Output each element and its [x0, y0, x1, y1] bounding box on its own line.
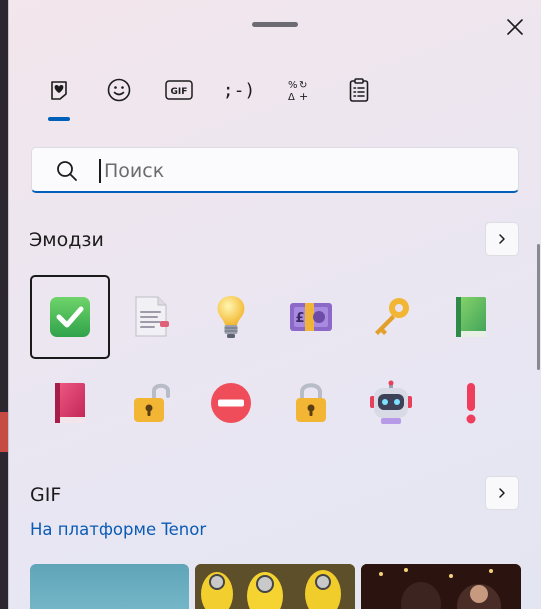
background-window-strip [0, 0, 8, 609]
text-caret [99, 159, 101, 183]
symbols-icon: % ↻ Δ + [288, 80, 308, 103]
tab-symbols[interactable]: % ↻ Δ + [279, 70, 319, 110]
svg-text:Δ: Δ [288, 92, 295, 103]
gif-more-button[interactable] [485, 476, 519, 510]
clipboard-icon [349, 78, 369, 102]
key-icon [375, 298, 409, 335]
svg-text:+: + [299, 90, 308, 103]
gif-thumbnail[interactable] [30, 564, 189, 609]
close-icon [507, 19, 523, 35]
tenor-attribution-link[interactable]: На платформе Tenor [30, 520, 206, 539]
gif-section-title: GIF [30, 484, 62, 506]
page-with-curl-icon [135, 296, 169, 337]
emoji-no-entry[interactable] [191, 361, 271, 445]
gif-thumbnail-image [361, 564, 521, 609]
tab-gif[interactable]: GIF [159, 70, 199, 110]
emoji-key[interactable] [351, 275, 431, 359]
tab-emoji[interactable] [99, 70, 139, 110]
emoji-closed-book[interactable] [30, 361, 110, 445]
gif-icon-label: GIF [171, 87, 188, 97]
emoji-unlocked[interactable] [111, 361, 191, 445]
scrollbar-thumb[interactable] [537, 244, 540, 370]
unlocked-icon [134, 383, 170, 422]
active-tab-indicator [48, 117, 70, 121]
pound-banknote-icon: £ [290, 303, 332, 331]
search-input[interactable] [102, 154, 506, 188]
emoji-panel: GIF ;-) % ↻ Δ + Поиск Эмодзи £ GIF На пл… [8, 0, 541, 609]
tab-kaomoji[interactable]: ;-) [219, 70, 259, 110]
gif-icon: GIF [165, 80, 193, 100]
close-button[interactable] [499, 12, 531, 42]
tab-favorites[interactable] [39, 70, 79, 110]
drag-handle[interactable] [252, 22, 298, 27]
background-red-block [0, 412, 8, 452]
emoji-pound-banknote[interactable]: £ [271, 275, 351, 359]
light-bulb-icon [217, 296, 245, 338]
gif-thumbnail-image [195, 564, 355, 609]
emoji-section-title: Эмодзи [29, 229, 104, 251]
gif-thumbnail[interactable] [361, 564, 521, 609]
exclamation-mark-icon [466, 383, 476, 424]
green-book-icon [456, 297, 486, 337]
emoji-light-bulb[interactable] [191, 275, 271, 359]
search-box[interactable] [31, 147, 519, 193]
emoji-more-button[interactable] [485, 222, 519, 256]
tab-clipboard[interactable] [339, 70, 379, 110]
kaomoji-icon: ;-) [222, 79, 256, 101]
svg-text:£: £ [295, 311, 304, 326]
search-icon [57, 161, 77, 181]
emoji-robot[interactable] [351, 361, 431, 445]
robot-icon [370, 380, 412, 424]
chevron-right-icon [499, 488, 505, 498]
smiley-icon [107, 78, 131, 102]
emoji-check-mark-button[interactable] [30, 275, 110, 359]
emoji-page-with-curl[interactable] [111, 275, 191, 359]
svg-text:%: % [288, 80, 298, 91]
no-entry-icon [211, 383, 251, 423]
heart-note-icon [51, 81, 67, 100]
emoji-exclamation-mark[interactable] [431, 361, 511, 445]
check-mark-button-icon [50, 297, 90, 337]
emoji-green-book[interactable] [431, 275, 511, 359]
closed-book-icon [55, 383, 85, 423]
gif-thumbnail[interactable] [195, 564, 355, 609]
emoji-locked[interactable] [271, 361, 351, 445]
locked-icon [296, 383, 326, 422]
chevron-right-icon [499, 234, 505, 244]
